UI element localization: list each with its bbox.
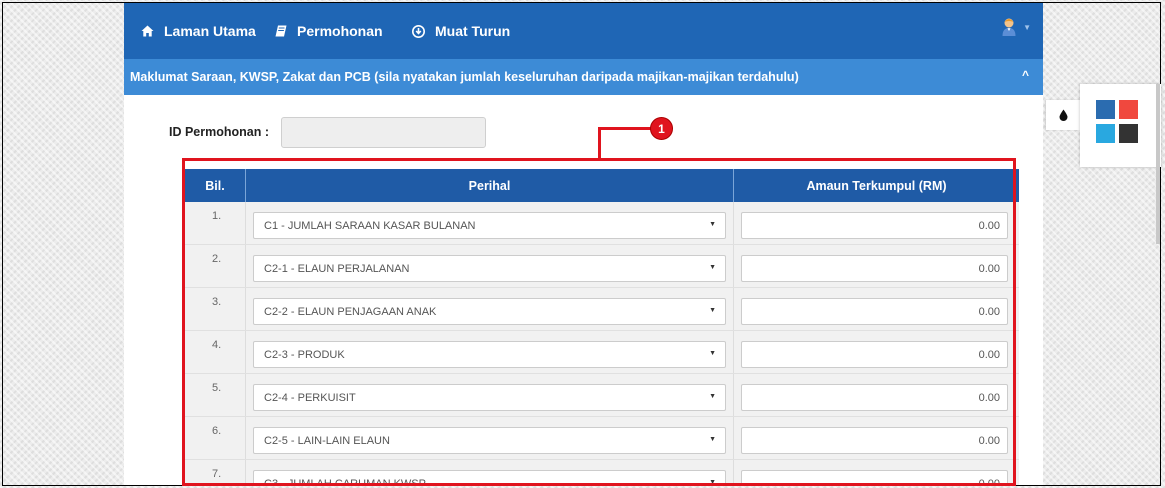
id-permohonan-label: ID Permohonan : [169, 125, 270, 139]
table-row: 4. C2-3 - PRODUK ▼ 0.00 [185, 331, 1019, 374]
table-row: 1. C1 - JUMLAH SARAAN KASAR BULANAN ▼ 0.… [185, 202, 1019, 245]
dropdown-arrow-icon: ▼ [709, 479, 716, 486]
top-navbar: Laman Utama Permohonan Muat Turun ▼ [124, 3, 1043, 59]
theme-swatch-light-blue[interactable] [1096, 124, 1115, 143]
dropdown-arrow-icon: ▼ [709, 436, 716, 443]
row-number: 2. [212, 253, 222, 265]
section-header[interactable]: Maklumat Saraan, KWSP, Zakat dan PCB (si… [124, 59, 1043, 95]
theme-swatch-red[interactable] [1119, 100, 1138, 119]
home-icon [141, 25, 154, 37]
income-table: Bil. Perihal Amaun Terkumpul (RM) 1. C1 … [185, 161, 1019, 486]
nav-application[interactable]: Permohonan [275, 3, 383, 59]
theme-toggle[interactable] [1046, 100, 1080, 130]
header-bil: Bil. [205, 178, 225, 193]
table-row: 5. C2-4 - PERKUISIT ▼ 0.00 [185, 374, 1019, 417]
dropdown-arrow-icon: ▼ [709, 264, 716, 271]
callout-connector [598, 127, 652, 130]
nav-application-label: Permohonan [297, 23, 383, 39]
cell-divider [245, 202, 246, 244]
cell-divider [733, 460, 734, 485]
screenshot-frame: Laman Utama Permohonan Muat Turun ▼ Makl… [2, 2, 1161, 486]
perihal-select[interactable]: C2-1 - ELAUN PERJALANAN ▼ [253, 255, 726, 282]
cell-divider [245, 245, 246, 287]
chevron-down-icon: ▼ [1023, 22, 1031, 32]
table-row: 2. C2-1 - ELAUN PERJALANAN ▼ 0.00 [185, 245, 1019, 288]
user-avatar-icon [1002, 18, 1016, 36]
cell-divider [245, 374, 246, 416]
cell-divider [733, 202, 734, 244]
table-row: 6. C2-5 - LAIN-LAIN ELAUN ▼ 0.00 [185, 417, 1019, 460]
book-icon [275, 25, 287, 37]
cell-divider [245, 417, 246, 459]
collapse-icon[interactable]: ^ [1022, 68, 1029, 82]
theme-swatch-blue[interactable] [1096, 100, 1115, 119]
table-row: 7. C3 - JUMLAH CARUMAN KWSP ▼ 0.00 [185, 460, 1019, 486]
row-number: 7. [212, 468, 222, 480]
dropdown-arrow-icon: ▼ [709, 307, 716, 314]
cell-divider [733, 245, 734, 287]
cell-divider [733, 288, 734, 330]
dropdown-arrow-icon: ▼ [709, 350, 716, 357]
perihal-select[interactable]: C3 - JUMLAH CARUMAN KWSP ▼ [253, 470, 726, 486]
amount-input[interactable]: 0.00 [741, 427, 1008, 454]
perihal-select-value: C2-4 - PERKUISIT [264, 391, 356, 404]
header-amaun: Amaun Terkumpul (RM) [806, 178, 947, 193]
cell-divider [733, 374, 734, 416]
perihal-select[interactable]: C1 - JUMLAH SARAAN KASAR BULANAN ▼ [253, 212, 726, 239]
callout-connector [598, 127, 601, 158]
perihal-select-value: C2-2 - ELAUN PENJAGAAN ANAK [264, 305, 437, 318]
perihal-select-value: C2-3 - PRODUK [264, 348, 345, 361]
download-circle-icon [412, 24, 425, 38]
perihal-select[interactable]: C2-2 - ELAUN PENJAGAAN ANAK ▼ [253, 298, 726, 325]
perihal-select[interactable]: C2-4 - PERKUISIT ▼ [253, 384, 726, 411]
theme-swatch-dark[interactable] [1119, 124, 1138, 143]
app-window: Laman Utama Permohonan Muat Turun ▼ Makl… [124, 3, 1043, 486]
nav-download[interactable]: Muat Turun [412, 3, 510, 59]
amount-input[interactable]: 0.00 [741, 470, 1008, 485]
cell-divider [245, 460, 246, 485]
nav-home[interactable]: Laman Utama [141, 3, 256, 59]
row-number: 6. [212, 425, 222, 437]
amount-input[interactable]: 0.00 [741, 298, 1008, 325]
callout-number-badge: 1 [650, 117, 673, 140]
row-number: 5. [212, 382, 222, 394]
nav-home-label: Laman Utama [164, 23, 256, 39]
section-title: Maklumat Saraan, KWSP, Zakat dan PCB (si… [130, 70, 799, 84]
perihal-select-value: C2-5 - LAIN-LAIN ELAUN [264, 434, 390, 447]
theme-color-panel [1080, 84, 1161, 167]
perihal-select[interactable]: C2-5 - LAIN-LAIN ELAUN ▼ [253, 427, 726, 454]
header-perihal: Perihal [468, 178, 511, 193]
row-number: 4. [212, 339, 222, 351]
cell-divider [245, 331, 246, 373]
droplet-icon [1059, 109, 1067, 121]
table-row: 3. C2-2 - ELAUN PENJAGAAN ANAK ▼ 0.00 [185, 288, 1019, 331]
perihal-select[interactable]: C2-3 - PRODUK ▼ [253, 341, 726, 368]
perihal-select-value: C3 - JUMLAH CARUMAN KWSP [264, 477, 426, 486]
perihal-select-value: C2-1 - ELAUN PERJALANAN [264, 262, 410, 275]
row-number: 1. [212, 210, 222, 222]
id-permohonan-input[interactable] [281, 117, 486, 148]
cell-divider [733, 417, 734, 459]
amount-input[interactable]: 0.00 [741, 341, 1008, 368]
dropdown-arrow-icon: ▼ [709, 393, 716, 400]
table-header-row: Bil. Perihal Amaun Terkumpul (RM) [185, 169, 1019, 202]
cell-divider [733, 331, 734, 373]
user-menu[interactable]: ▼ [1001, 17, 1031, 37]
amount-input[interactable]: 0.00 [741, 255, 1008, 282]
cell-divider [245, 288, 246, 330]
page-scrollbar[interactable] [1156, 84, 1160, 244]
dropdown-arrow-icon: ▼ [709, 221, 716, 228]
row-number: 3. [212, 296, 222, 308]
nav-download-label: Muat Turun [435, 23, 511, 39]
amount-input[interactable]: 0.00 [741, 212, 1008, 239]
amount-input[interactable]: 0.00 [741, 384, 1008, 411]
perihal-select-value: C1 - JUMLAH SARAAN KASAR BULANAN [264, 219, 476, 232]
